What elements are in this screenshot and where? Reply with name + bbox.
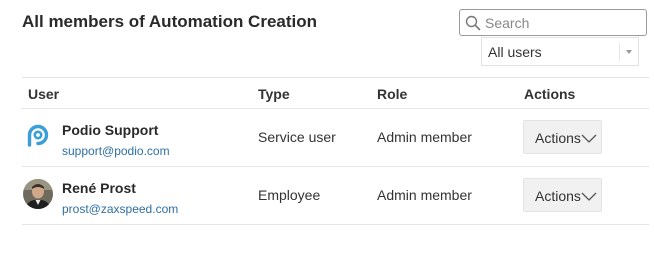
user-name[interactable]: René Prost bbox=[62, 180, 136, 196]
column-header-role: Role bbox=[377, 86, 408, 102]
podio-logo-icon bbox=[23, 121, 53, 151]
user-role: Admin member bbox=[377, 129, 472, 145]
user-type: Employee bbox=[258, 187, 321, 203]
search-box[interactable] bbox=[459, 9, 647, 36]
user-name[interactable]: Podio Support bbox=[62, 122, 158, 138]
actions-button[interactable]: Actions bbox=[523, 120, 602, 154]
user-email-link[interactable]: support@podio.com bbox=[62, 144, 170, 158]
members-table: User Type Role Actions Podio Support sup… bbox=[22, 77, 649, 225]
user-email-link[interactable]: prost@zaxspeed.com bbox=[62, 202, 178, 216]
user-filter-value: All users bbox=[488, 44, 542, 60]
avatar[interactable] bbox=[23, 179, 53, 209]
table-row: René Prost prost@zaxspeed.com Employee A… bbox=[22, 167, 649, 224]
user-filter-select[interactable]: All users bbox=[481, 37, 639, 66]
actions-button[interactable]: Actions bbox=[523, 178, 602, 212]
column-header-type: Type bbox=[258, 86, 290, 102]
search-icon bbox=[465, 15, 481, 31]
column-header-actions: Actions bbox=[524, 86, 576, 102]
actions-button-label: Actions bbox=[535, 188, 581, 204]
user-photo-icon bbox=[23, 179, 53, 209]
column-header-user: User bbox=[28, 86, 60, 102]
divider bbox=[22, 224, 649, 225]
chevron-down-icon bbox=[581, 134, 597, 143]
search-input[interactable] bbox=[485, 13, 640, 32]
avatar[interactable] bbox=[23, 121, 53, 151]
user-role: Admin member bbox=[377, 187, 472, 203]
select-divider bbox=[619, 43, 620, 61]
table-header: User Type Role Actions bbox=[22, 78, 649, 108]
page-title: All members of Automation Creation bbox=[22, 12, 318, 31]
user-type: Service user bbox=[258, 129, 336, 145]
chevron-down-icon bbox=[581, 192, 597, 201]
table-row: Podio Support support@podio.com Service … bbox=[22, 109, 649, 166]
caret-down-icon bbox=[626, 50, 632, 54]
actions-button-label: Actions bbox=[535, 130, 581, 146]
